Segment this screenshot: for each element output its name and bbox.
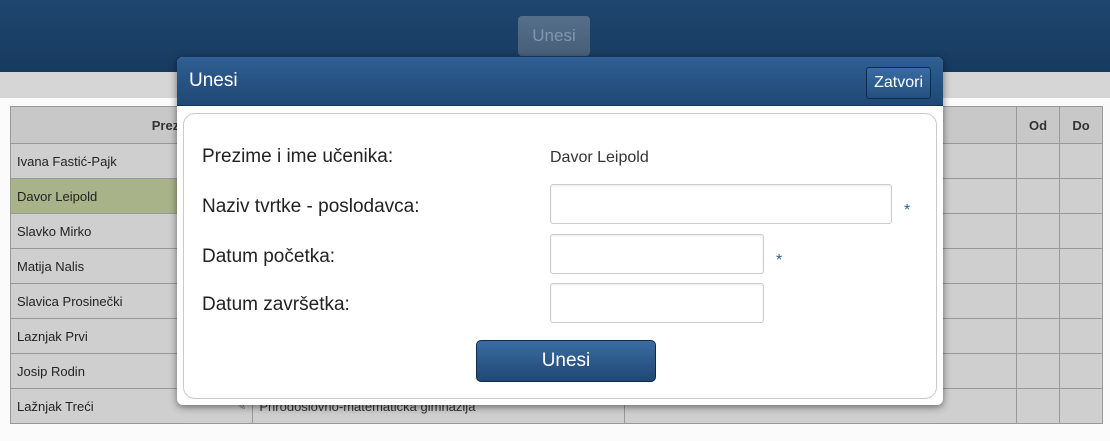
student-value: Davor Leipold	[550, 149, 649, 166]
submit-button[interactable]: Unesi	[476, 340, 656, 382]
start-date-label: Datum početka:	[202, 246, 336, 267]
student-label: Prezime i ime učenika:	[202, 146, 394, 167]
dialog-body: Prezime i ime učenika: Davor Leipold Naz…	[183, 113, 937, 399]
entry-dialog: Unesi Zatvori Prezime i ime učenika: Dav…	[177, 57, 943, 405]
close-button[interactable]: Zatvori	[866, 67, 931, 99]
end-date-label: Datum završetka:	[202, 294, 350, 315]
end-date-input[interactable]	[550, 283, 764, 323]
company-required-mark: *	[904, 202, 911, 219]
dialog-header: Unesi Zatvori	[177, 57, 943, 106]
dialog-title: Unesi	[189, 70, 238, 91]
start-date-required-mark: *	[776, 252, 783, 269]
start-date-input[interactable]	[550, 234, 764, 274]
company-label: Naziv tvrtke - poslodavca:	[202, 196, 420, 217]
company-input[interactable]	[550, 184, 892, 224]
